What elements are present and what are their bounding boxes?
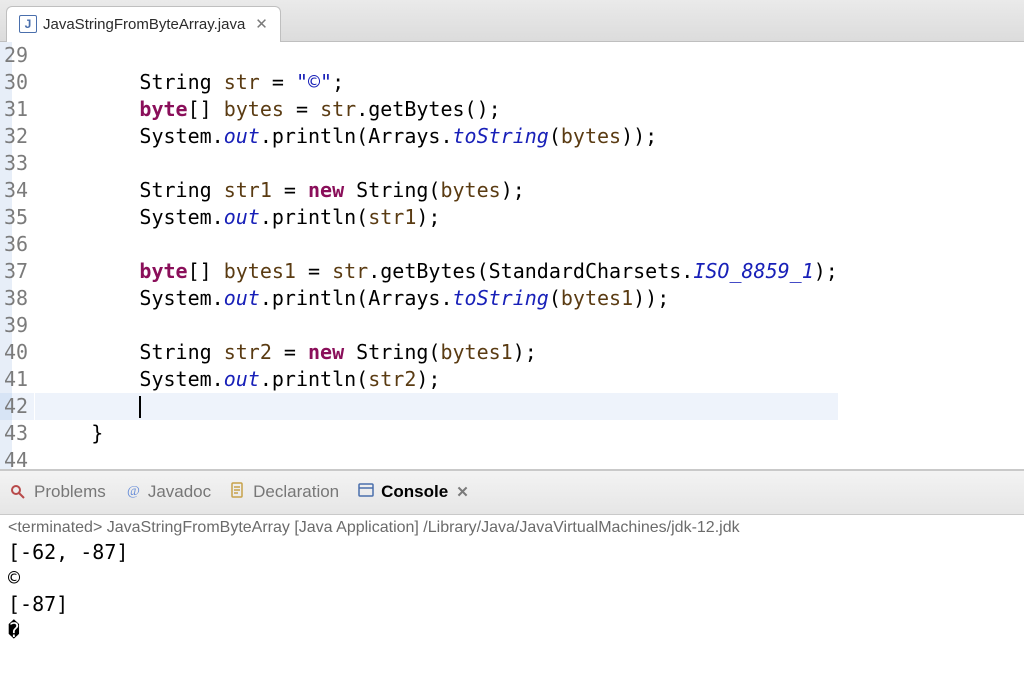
code-cell[interactable]: String str1 = new String(bytes); bbox=[35, 177, 838, 204]
code-table: 2930 String str = "©";31 byte[] bytes = … bbox=[0, 42, 838, 472]
code-cell[interactable] bbox=[35, 312, 838, 339]
editor-tabbar: J JavaStringFromByteArray.java ✕ bbox=[0, 0, 1024, 42]
line-number: 37 bbox=[0, 258, 35, 285]
code-line[interactable]: 44 bbox=[0, 447, 838, 472]
code-cell[interactable] bbox=[35, 447, 838, 472]
code-editor[interactable]: 2930 String str = "©";31 byte[] bytes = … bbox=[0, 42, 1024, 472]
code-line[interactable]: 36 bbox=[0, 231, 838, 258]
view-tab-label: Javadoc bbox=[148, 482, 211, 502]
code-line[interactable]: 40 String str2 = new String(bytes1); bbox=[0, 339, 838, 366]
console-icon bbox=[357, 481, 375, 504]
code-line[interactable]: 38 System.out.println(Arrays.toString(by… bbox=[0, 285, 838, 312]
code-line[interactable]: 42 bbox=[0, 393, 838, 420]
view-tab-label: Problems bbox=[34, 482, 106, 502]
code-line[interactable]: 41 System.out.println(str2); bbox=[0, 366, 838, 393]
line-number: 40 bbox=[0, 339, 35, 366]
code-line[interactable]: 37 byte[] bytes1 = str.getBytes(Standard… bbox=[0, 258, 838, 285]
svg-text:@: @ bbox=[127, 484, 140, 499]
problems-icon bbox=[10, 481, 28, 504]
line-number: 39 bbox=[0, 312, 35, 339]
view-tab-problems[interactable]: Problems bbox=[10, 481, 106, 504]
line-number: 30 bbox=[0, 69, 35, 96]
code-line[interactable]: 31 byte[] bytes = str.getBytes(); bbox=[0, 96, 838, 123]
line-number: 41 bbox=[0, 366, 35, 393]
code-line[interactable]: 30 String str = "©"; bbox=[0, 69, 838, 96]
code-line[interactable]: 29 bbox=[0, 42, 838, 69]
close-icon[interactable]: ✕ bbox=[251, 15, 268, 33]
code-line[interactable]: 34 String str1 = new String(bytes); bbox=[0, 177, 838, 204]
code-cell[interactable] bbox=[35, 231, 838, 258]
code-cell[interactable] bbox=[35, 150, 838, 177]
code-line[interactable]: 32 System.out.println(Arrays.toString(by… bbox=[0, 123, 838, 150]
code-cell[interactable]: String str2 = new String(bytes1); bbox=[35, 339, 838, 366]
close-icon[interactable]: ✕ bbox=[454, 483, 469, 501]
code-cell[interactable]: } bbox=[35, 420, 838, 447]
view-tab-label: Declaration bbox=[253, 482, 339, 502]
editor-tab-filename: JavaStringFromByteArray.java bbox=[43, 16, 245, 33]
code-cell[interactable]: System.out.println(str2); bbox=[35, 366, 838, 393]
code-line[interactable]: 39 bbox=[0, 312, 838, 339]
text-caret bbox=[139, 396, 141, 418]
line-number: 43 bbox=[0, 420, 35, 447]
view-tab-label: Console bbox=[381, 482, 448, 502]
code-cell[interactable]: byte[] bytes1 = str.getBytes(StandardCha… bbox=[35, 258, 838, 285]
code-cell[interactable] bbox=[35, 393, 838, 420]
workbench: J JavaStringFromByteArray.java ✕ 2930 St… bbox=[0, 0, 1024, 683]
code-line[interactable]: 43 } bbox=[0, 420, 838, 447]
code-cell[interactable]: System.out.println(Arrays.toString(bytes… bbox=[35, 123, 838, 150]
line-number: 36 bbox=[0, 231, 35, 258]
code-line[interactable]: 35 System.out.println(str1); bbox=[0, 204, 838, 231]
code-cell[interactable] bbox=[35, 42, 838, 69]
console-output: [-62, -87] © [-87] � bbox=[8, 539, 1016, 643]
line-number: 34 bbox=[0, 177, 35, 204]
code-cell[interactable]: System.out.println(str1); bbox=[35, 204, 838, 231]
line-number: 32 bbox=[0, 123, 35, 150]
line-number: 33 bbox=[0, 150, 35, 177]
console-view: <terminated> JavaStringFromByteArray [Ja… bbox=[0, 515, 1024, 683]
code-cell[interactable]: byte[] bytes = str.getBytes(); bbox=[35, 96, 838, 123]
code-cell[interactable]: String str = "©"; bbox=[35, 69, 838, 96]
javadoc-icon: @ bbox=[124, 481, 142, 504]
line-number: 35 bbox=[0, 204, 35, 231]
line-number: 42 bbox=[0, 393, 35, 420]
line-number: 44 bbox=[0, 447, 35, 472]
view-tab-javadoc[interactable]: @ Javadoc bbox=[124, 481, 211, 504]
line-number: 31 bbox=[0, 96, 35, 123]
view-tab-declaration[interactable]: Declaration bbox=[229, 481, 339, 504]
line-number: 38 bbox=[0, 285, 35, 312]
view-tab-console[interactable]: Console ✕ bbox=[357, 481, 469, 504]
code-cell[interactable]: System.out.println(Arrays.toString(bytes… bbox=[35, 285, 838, 312]
java-file-icon: J bbox=[19, 15, 37, 33]
code-line[interactable]: 33 bbox=[0, 150, 838, 177]
console-launch-line: <terminated> JavaStringFromByteArray [Ja… bbox=[8, 519, 1016, 537]
line-number: 29 bbox=[0, 42, 35, 69]
declaration-icon bbox=[229, 481, 247, 504]
editor-tab-active[interactable]: J JavaStringFromByteArray.java ✕ bbox=[6, 6, 281, 42]
views-tabbar: Problems @ Javadoc Declaration Console ✕ bbox=[0, 471, 1024, 515]
